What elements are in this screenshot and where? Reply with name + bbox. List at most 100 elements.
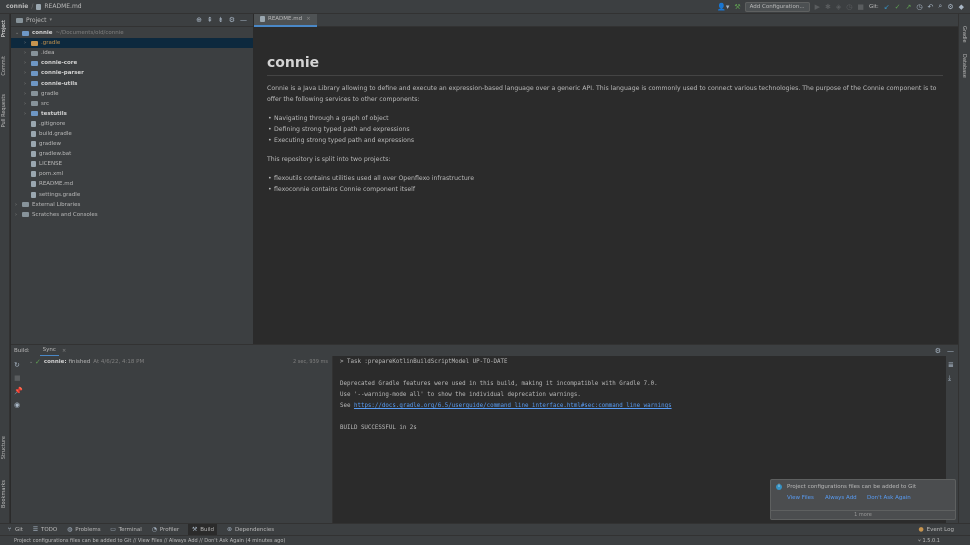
chevron-down-icon[interactable]: ▾ <box>50 17 53 23</box>
git-notification: i Project configurations files can be ad… <box>770 479 956 520</box>
markdown-file-icon <box>260 16 265 22</box>
history-icon[interactable]: ◷ <box>916 3 922 11</box>
scroll-to-end-icon[interactable]: ⤓ <box>948 374 951 383</box>
project-panel-title[interactable]: Project <box>26 17 47 24</box>
status-message[interactable]: Project configurations files can be adde… <box>14 538 285 544</box>
tree-item[interactable]: gradlew <box>11 139 253 149</box>
expand-all-icon[interactable]: ⇟ <box>218 16 224 24</box>
folder-icon <box>22 202 29 208</box>
hide-icon[interactable]: — <box>947 347 954 355</box>
tree-item[interactable]: pom.xml <box>11 169 253 179</box>
tree-item[interactable]: build.gradle <box>11 129 253 139</box>
search-icon[interactable]: ⌕ <box>938 2 942 11</box>
tree-item[interactable]: LICENSE <box>11 159 253 169</box>
stripe-structure[interactable]: Structure <box>1 436 7 459</box>
git-update-icon[interactable]: ↙ <box>884 3 890 11</box>
tree-item[interactable]: › .idea <box>11 48 253 58</box>
stripe-project[interactable]: Project <box>1 20 7 37</box>
tool-terminal[interactable]: ▭ Terminal <box>110 526 142 534</box>
breadcrumb-file[interactable]: README.md <box>44 3 81 10</box>
tool-event-log[interactable]: ● Event Log <box>918 526 954 534</box>
gear-icon[interactable]: ⚙ <box>229 16 235 24</box>
tree-item[interactable]: › testutils <box>11 109 253 119</box>
run-icon[interactable]: ▶ <box>815 3 820 11</box>
profile-icon[interactable]: ◷ <box>846 3 852 11</box>
pin-icon[interactable]: 📌 <box>14 387 23 395</box>
close-icon[interactable]: × <box>62 348 66 354</box>
tool-git[interactable]: ⑂ Git <box>6 526 23 534</box>
hide-icon[interactable]: — <box>240 16 247 24</box>
markdown-file-icon <box>36 3 42 10</box>
docs-link[interactable]: https://docs.gradle.org/6.5/userguide/co… <box>354 403 672 409</box>
chevron-down-icon[interactable]: ⌄ <box>15 30 22 36</box>
tool-todo[interactable]: ☰ TODO <box>32 526 57 534</box>
chevron-right-icon[interactable]: › <box>24 70 31 76</box>
tree-item[interactable]: › Scratches and Consoles <box>11 210 253 220</box>
tree-item-label: connie-parser <box>41 70 84 77</box>
file-icon <box>31 141 36 148</box>
tree-item[interactable]: › connie-parser <box>11 68 253 78</box>
locate-icon[interactable]: ⊕ <box>196 16 202 24</box>
tab-readme[interactable]: README.md × <box>254 13 317 27</box>
chevron-right-icon[interactable]: › <box>15 212 22 218</box>
stop-icon[interactable]: ■ <box>857 3 864 11</box>
settings-icon[interactable]: ⚙ <box>947 3 953 11</box>
tree-item[interactable]: › .gradle <box>11 38 253 49</box>
chevron-right-icon[interactable]: › <box>24 60 31 66</box>
refresh-icon[interactable]: ↻ <box>14 361 20 369</box>
tree-item[interactable]: › connie-core <box>11 58 253 68</box>
tree-item-label: README.md <box>39 181 74 188</box>
tool-problems[interactable]: ◍ Problems <box>66 526 100 534</box>
build-entry[interactable]: ⌄ ✓ connie: finished At 4/6/22, 4:18 PM … <box>25 356 332 368</box>
tree-item[interactable]: › src <box>11 99 253 109</box>
stripe-database[interactable]: Database <box>961 54 967 78</box>
git-commit-icon[interactable]: ✓ <box>895 3 901 11</box>
rollback-icon[interactable]: ↶ <box>928 3 934 11</box>
tree-item[interactable]: README.md <box>11 179 253 189</box>
tree-item[interactable]: settings.gradle <box>11 190 253 200</box>
stripe-bookmarks[interactable]: Bookmarks <box>1 480 7 508</box>
build-tree: ⌄ ✓ connie: finished At 4/6/22, 4:18 PM … <box>25 356 333 523</box>
tree-item[interactable]: ⌄ connie ~/Documents/old/connie <box>11 28 253 38</box>
tree-item[interactable]: › connie-utils <box>11 78 253 88</box>
more-notifications[interactable]: 1 more <box>771 510 955 519</box>
filter-icon[interactable]: ◉ <box>14 401 20 409</box>
tool-build[interactable]: ⚒ Build <box>188 523 218 536</box>
chevron-right-icon[interactable]: › <box>24 111 31 117</box>
stripe-gradle[interactable]: Gradle <box>961 26 967 43</box>
view-files-link[interactable]: View Files <box>787 495 814 501</box>
breadcrumb-project[interactable]: connie <box>6 3 28 10</box>
gear-icon[interactable]: ⚙ <box>935 347 941 355</box>
jetbrains-icon[interactable]: ◆ <box>959 3 964 11</box>
title-divider <box>267 75 943 76</box>
stripe-commit[interactable]: Commit <box>1 56 7 76</box>
stop-icon[interactable]: ■ <box>14 374 21 382</box>
hammer-icon[interactable]: ⚒ <box>734 3 740 11</box>
tree-item[interactable]: gradlew.bat <box>11 149 253 159</box>
tree-item[interactable]: .gitignore <box>11 119 253 129</box>
always-add-link[interactable]: Always Add <box>825 495 857 501</box>
soft-wrap-icon[interactable]: ≣ <box>948 361 954 369</box>
git-branch[interactable]: ⑂ 1.5.0.1 <box>918 538 940 544</box>
chevron-right-icon[interactable]: › <box>24 101 31 107</box>
chevron-right-icon[interactable]: › <box>24 40 31 46</box>
tool-dependencies[interactable]: ⊛ Dependencies <box>226 526 274 534</box>
collapse-all-icon[interactable]: ⇞ <box>207 16 213 24</box>
chevron-right-icon[interactable]: › <box>24 81 31 87</box>
close-icon[interactable]: × <box>306 16 311 22</box>
dont-ask-again-link[interactable]: Don't Ask Again <box>867 495 911 501</box>
tab-sync[interactable]: Sync <box>39 345 59 357</box>
tool-profiler[interactable]: ◔ Profiler <box>151 526 180 534</box>
chevron-right-icon[interactable]: › <box>24 91 31 97</box>
debug-icon[interactable]: ✱ <box>825 3 831 11</box>
user-icon[interactable]: 👤▾ <box>717 3 729 11</box>
stripe-pull-requests[interactable]: Pull Requests <box>1 94 7 127</box>
coverage-icon[interactable]: ◈ <box>836 3 841 11</box>
tree-item[interactable]: › gradle <box>11 89 253 99</box>
run-configuration-selector[interactable]: Add Configuration... <box>744 1 810 12</box>
git-push-icon[interactable]: ↗ <box>906 3 912 11</box>
file-icon <box>31 151 36 158</box>
tree-item[interactable]: › External Libraries <box>11 200 253 210</box>
chevron-right-icon[interactable]: › <box>15 202 22 208</box>
chevron-right-icon[interactable]: › <box>24 50 31 56</box>
